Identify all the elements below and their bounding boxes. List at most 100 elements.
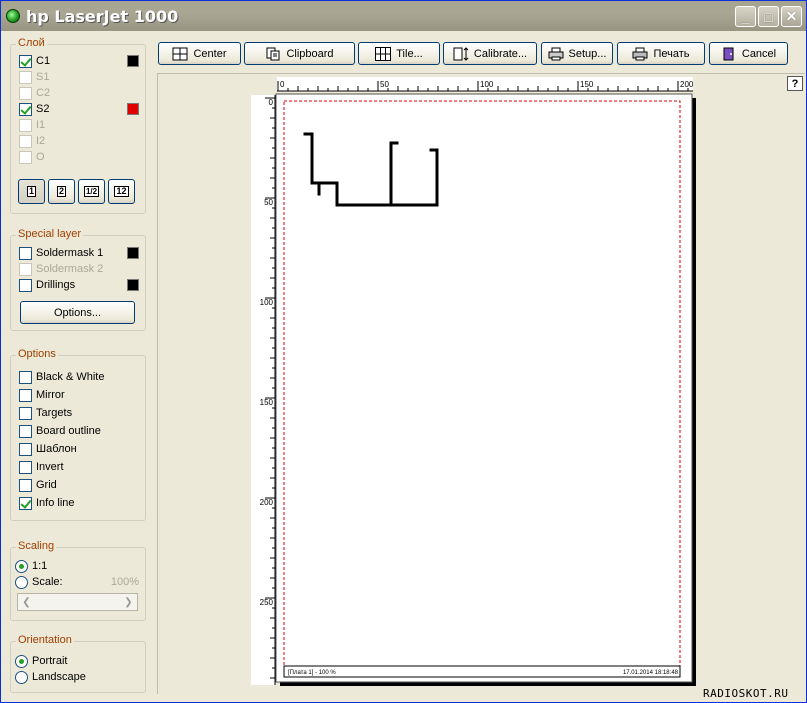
special_layer-row-0[interactable]: Soldermask 1 (19, 246, 139, 260)
layer_group-label-5: I2 (36, 135, 46, 147)
x-ruler-label: 0 (280, 80, 285, 89)
scaling-1-to-1-option[interactable]: 1:1 (15, 559, 135, 573)
special_layer-checkbox-1 (19, 262, 32, 276)
scaling-custom-radio[interactable] (15, 575, 28, 589)
x-ruler-label: 150 (580, 80, 594, 89)
options-checkbox-0[interactable] (19, 370, 32, 384)
app-icon (6, 9, 20, 23)
special_layer-color-swatch-2[interactable] (127, 279, 139, 291)
maximize-button[interactable]: □ (758, 6, 779, 27)
y-ruler-label: 50 (264, 198, 273, 207)
layer_group-checkbox-0[interactable] (19, 54, 32, 68)
special_layer-row-2[interactable]: Drillings (19, 278, 139, 292)
y-ruler-label: 200 (260, 498, 274, 507)
preview-canvas: 0 50 100 150 200 0 50 100 150 200 250 [Плата 1] -… (251, 77, 696, 686)
title-bar[interactable]: hp LaserJet 1000 _ □ ✕ (1, 1, 806, 31)
layer_group-label-3: S2 (36, 103, 50, 115)
special_layer-label-0: Soldermask 1 (36, 247, 104, 259)
options-row-2[interactable]: Targets (19, 406, 139, 420)
center-button[interactable]: Center (158, 42, 241, 65)
clipboard-button[interactable]: Clipboard (244, 42, 355, 65)
options-row-3[interactable]: Board outline (19, 424, 139, 438)
special_layer-label-1: Soldermask 2 (36, 263, 104, 275)
info-line-right: 17.01.2014 18:18:48 (623, 670, 679, 676)
print-button[interactable]: Печать (617, 42, 705, 65)
info-line-left: [Плата 1] - 100 % (288, 670, 336, 676)
options-checkbox-6[interactable] (19, 478, 32, 492)
scaling-custom-option[interactable]: Scale: 100% (15, 575, 139, 589)
close-button[interactable]: ✕ (781, 6, 802, 27)
options-row-0[interactable]: Black & White (19, 370, 139, 384)
layer_group-row-0[interactable]: C1 (19, 54, 139, 68)
scaling-1-to-1-radio[interactable] (15, 559, 28, 573)
layer_group-row-6: O (19, 150, 139, 164)
horizontal-ruler: 0 50 100 150 200 (277, 77, 694, 92)
options-group-title: Options (16, 348, 58, 360)
options-checkbox-1[interactable] (19, 388, 32, 402)
layer_group-row-2: C2 (19, 86, 139, 100)
options-row-6[interactable]: Grid (19, 478, 139, 492)
options-button[interactable]: Options... (20, 301, 135, 324)
layer_group-label-1: S1 (36, 71, 50, 83)
layer_group-checkbox-4 (19, 118, 32, 132)
options-label-6: Grid (36, 479, 57, 491)
clipboard-icon (265, 47, 281, 61)
portrait-radio[interactable] (15, 654, 28, 668)
watermark-text: RADIOSKOT.RU (703, 687, 789, 700)
options-checkbox-4[interactable] (19, 442, 32, 456)
layers-side-by-side-button[interactable]: 12 (108, 179, 135, 204)
layer_group-label-4: I1 (36, 119, 46, 131)
special_layer-color-swatch-0[interactable] (127, 247, 139, 259)
layer_group-row-1: S1 (19, 70, 139, 84)
x-ruler-label: 100 (480, 80, 494, 89)
layer-1-only-button[interactable]: 1 (18, 179, 45, 204)
layer_group-checkbox-3[interactable] (19, 102, 32, 116)
options-row-4[interactable]: Шаблон (19, 442, 139, 456)
setup-button[interactable]: Setup... (541, 42, 613, 65)
layer_group-checkbox-1 (19, 70, 32, 84)
layer_group-color-swatch-3[interactable] (127, 103, 139, 115)
special_layer-checkbox-0[interactable] (19, 246, 32, 260)
layers-stacked-button[interactable]: 1/2 (78, 179, 105, 204)
special_layer-label-2: Drillings (36, 279, 76, 291)
layer_group-label-2: C2 (36, 87, 51, 99)
layer_group-color-swatch-0[interactable] (127, 55, 139, 67)
layer_group-checkbox-2 (19, 86, 32, 100)
scale-value: 100% (110, 576, 139, 588)
tile-button[interactable]: Tile... (358, 42, 440, 65)
x-ruler-label: 50 (380, 80, 389, 89)
y-ruler-label: 100 (260, 298, 274, 307)
layer_group-row-3[interactable]: S2 (19, 102, 139, 116)
portrait-option[interactable]: Portrait (15, 654, 135, 668)
help-button[interactable]: ? (787, 76, 803, 91)
y-ruler-label: 250 (260, 598, 274, 607)
cancel-button[interactable]: Cancel (709, 42, 788, 65)
options-label-7: Info line (36, 497, 75, 509)
options-label-0: Black & White (36, 371, 105, 383)
calibrate-button[interactable]: Calibrate... (443, 42, 537, 65)
special-layer-title: Special layer (16, 228, 83, 240)
options-checkbox-7[interactable] (19, 496, 32, 510)
options-row-1[interactable]: Mirror (19, 388, 139, 402)
options-label-5: Invert (36, 461, 64, 473)
setup-printer-icon (548, 47, 564, 61)
slider-right-arrow-icon[interactable]: ❯ (121, 595, 136, 609)
landscape-option[interactable]: Landscape (15, 670, 135, 684)
layer_group-checkbox-6 (19, 150, 32, 164)
slider-left-arrow-icon[interactable]: ❮ (19, 595, 34, 609)
minimize-button[interactable]: _ (735, 6, 756, 27)
y-ruler-label: 0 (269, 98, 274, 107)
special_layer-checkbox-2[interactable] (19, 278, 32, 292)
window-title: hp LaserJet 1000 (26, 6, 179, 26)
options-row-7[interactable]: Info line (19, 496, 139, 510)
options-label-1: Mirror (36, 389, 65, 401)
calibrate-icon (453, 46, 469, 61)
scale-slider[interactable]: ❮ ❯ (17, 593, 138, 611)
options-checkbox-5[interactable] (19, 460, 32, 474)
options-checkbox-2[interactable] (19, 406, 32, 420)
options-row-5[interactable]: Invert (19, 460, 139, 474)
tile-icon (375, 46, 392, 61)
landscape-radio[interactable] (15, 670, 28, 684)
layer-2-only-button[interactable]: 2 (48, 179, 75, 204)
options-checkbox-3[interactable] (19, 424, 32, 438)
